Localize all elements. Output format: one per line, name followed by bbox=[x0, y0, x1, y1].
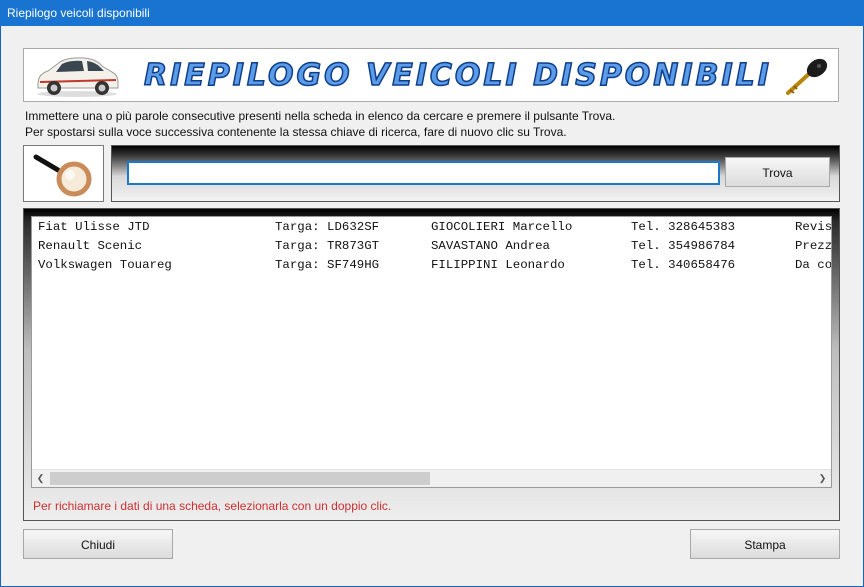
vehicle-plate: Targa: SF749HG bbox=[275, 258, 380, 272]
instruction-line-1: Immettere una o più parole consecutive p… bbox=[25, 109, 616, 123]
header-banner: RIEPILOGO VEICOLI DISPONIBILI bbox=[23, 48, 839, 102]
double-click-hint: Per richiamare i dati di una scheda, sel… bbox=[33, 499, 392, 513]
vehicle-model: Volkswagen Touareg bbox=[38, 258, 172, 272]
chevron-left-icon[interactable]: ❮ bbox=[32, 470, 49, 487]
vehicle-phone: Tel. 354986784 bbox=[631, 239, 736, 253]
vehicle-extra: Da co bbox=[795, 258, 832, 272]
car-key-icon bbox=[786, 58, 828, 95]
vehicle-model: Fiat Ulisse JTD bbox=[38, 220, 150, 234]
close-button[interactable]: Chiudi bbox=[23, 529, 173, 559]
chevron-right-icon[interactable]: ❯ bbox=[814, 470, 831, 487]
vehicle-extra: Prezz bbox=[795, 239, 832, 253]
scrollbar-thumb[interactable] bbox=[50, 472, 430, 485]
horizontal-scrollbar[interactable]: ❮ ❯ bbox=[32, 469, 831, 487]
search-input[interactable] bbox=[127, 161, 720, 185]
list-item[interactable]: Renault Scenic Targa: TR873GT SAVASTANO … bbox=[32, 239, 832, 258]
window-title: Riepilogo veicoli disponibili bbox=[0, 0, 864, 26]
instruction-line-2: Per spostarsi sulla voce successiva cont… bbox=[25, 125, 567, 139]
vehicle-extra: Revis bbox=[795, 220, 832, 234]
print-button[interactable]: Stampa bbox=[690, 529, 840, 559]
vehicle-list[interactable]: Fiat Ulisse JTD Targa: LD632SF GIOCOLIER… bbox=[31, 216, 832, 488]
vehicle-owner: SAVASTANO Andrea bbox=[431, 239, 550, 253]
vehicle-owner: GIOCOLIERI Marcello bbox=[431, 220, 573, 234]
list-item[interactable]: Volkswagen Touareg Targa: SF749HG FILIPP… bbox=[32, 258, 832, 277]
vehicle-phone: Tel. 328645383 bbox=[631, 220, 736, 234]
vehicle-plate: Targa: LD632SF bbox=[275, 220, 380, 234]
vehicle-model: Renault Scenic bbox=[38, 239, 143, 253]
car-icon bbox=[37, 57, 119, 97]
vehicle-owner: FILIPPINI Leonardo bbox=[431, 258, 565, 272]
vehicle-plate: Targa: TR873GT bbox=[275, 239, 380, 253]
find-button[interactable]: Trova bbox=[725, 157, 830, 187]
banner-title: RIEPILOGO VEICOLI DISPONIBILI bbox=[143, 57, 772, 94]
magnifier-icon bbox=[33, 154, 92, 197]
vehicle-phone: Tel. 340658476 bbox=[631, 258, 736, 272]
list-item[interactable]: Fiat Ulisse JTD Targa: LD632SF GIOCOLIER… bbox=[32, 220, 832, 239]
magnifier-panel bbox=[23, 145, 104, 202]
